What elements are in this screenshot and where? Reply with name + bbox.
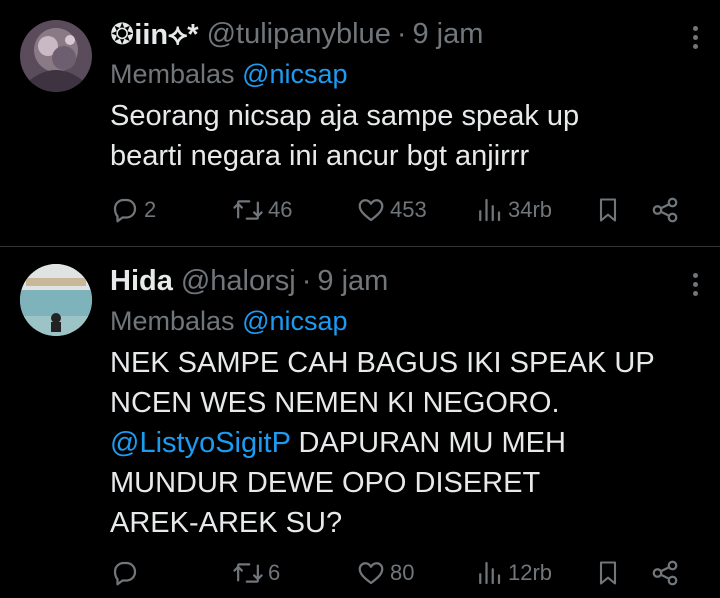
bookmark-button[interactable] bbox=[594, 195, 622, 225]
display-name[interactable]: Hida bbox=[110, 265, 173, 298]
reply-prefix: Membalas bbox=[110, 59, 235, 89]
reply-count: 2 bbox=[144, 197, 157, 222]
reply-button[interactable]: 2 bbox=[110, 195, 156, 225]
reply-context: Membalas @nicsap bbox=[110, 56, 700, 92]
like-icon bbox=[358, 562, 384, 585]
retweet-button[interactable]: 6 bbox=[232, 558, 280, 588]
tweet-text: NEK SAMPE CAH BAGUS IKI SPEAK UP NCEN WE… bbox=[110, 343, 700, 543]
share-button[interactable] bbox=[650, 195, 680, 225]
reply-icon bbox=[113, 198, 137, 223]
action-bar: 6 80 12rb bbox=[110, 553, 700, 593]
timestamp[interactable]: 9 jam bbox=[413, 18, 484, 51]
bookmark-icon bbox=[599, 561, 617, 585]
like-count: 453 bbox=[390, 197, 427, 222]
separator: · bbox=[396, 17, 407, 50]
retweet-icon bbox=[233, 200, 263, 220]
tweet-content: Hida @halorsj · 9 jam Membalas @nicsap N… bbox=[110, 261, 700, 543]
retweet-button[interactable]: 46 bbox=[232, 195, 292, 225]
tweet-header: ❂iin⟡* @tulipanyblue · 9 jam bbox=[110, 14, 700, 54]
tweet[interactable]: Hida @halorsj · 9 jam Membalas @nicsap N… bbox=[0, 247, 720, 598]
like-icon bbox=[358, 199, 384, 222]
like-button[interactable]: 453 bbox=[356, 195, 427, 225]
reply-mention[interactable]: @nicsap bbox=[242, 59, 347, 89]
tweet-header: Hida @halorsj · 9 jam bbox=[110, 261, 700, 301]
tweet-text-fragment: DAPURAN MU MEH bbox=[290, 427, 566, 459]
reply-mention[interactable]: @nicsap bbox=[242, 306, 347, 336]
timestamp[interactable]: 9 jam bbox=[317, 265, 388, 298]
tweet-text-line: AREK-AREK SU? bbox=[110, 507, 343, 539]
retweet-count: 46 bbox=[268, 197, 293, 222]
reply-context: Membalas @nicsap bbox=[110, 303, 700, 339]
bookmark-icon bbox=[599, 198, 617, 222]
views-count: 34rb bbox=[508, 197, 553, 222]
views-icon bbox=[479, 198, 501, 222]
bookmark-button[interactable] bbox=[594, 558, 622, 588]
retweet-count: 6 bbox=[268, 560, 281, 585]
more-icon[interactable] bbox=[690, 273, 700, 303]
body-mention[interactable]: @ListyoSigitP bbox=[110, 427, 290, 459]
avatar[interactable] bbox=[20, 20, 92, 92]
display-name[interactable]: ❂iin⟡* bbox=[110, 17, 199, 52]
user-handle[interactable]: @tulipanyblue bbox=[207, 18, 391, 51]
tweet-content: ❂iin⟡* @tulipanyblue · 9 jam Membalas @n… bbox=[110, 14, 700, 176]
tweet-text-line: NCEN WES NEMEN KI NEGORO. bbox=[110, 387, 560, 419]
views-button[interactable]: 34rb bbox=[474, 195, 552, 225]
retweet-icon bbox=[233, 563, 263, 583]
avatar[interactable] bbox=[20, 264, 92, 336]
tweet-text-line: NEK SAMPE CAH BAGUS IKI SPEAK UP bbox=[110, 347, 655, 379]
tweet-text-line: bearti negara ini ancur bgt anjirrr bbox=[110, 140, 530, 172]
tweet-text-line: @ListyoSigitP DAPURAN MU MEH bbox=[110, 423, 700, 463]
tweet-text-line: Seorang nicsap aja sampe speak up bbox=[110, 100, 580, 132]
reply-button[interactable] bbox=[110, 558, 144, 588]
views-button[interactable]: 12rb bbox=[474, 558, 552, 588]
share-icon bbox=[652, 197, 678, 223]
like-button[interactable]: 80 bbox=[356, 558, 414, 588]
views-count: 12rb bbox=[508, 560, 553, 585]
tweet-text: Seorang nicsap aja sampe speak up bearti… bbox=[110, 96, 700, 176]
share-icon bbox=[652, 560, 678, 586]
share-button[interactable] bbox=[650, 558, 680, 588]
reply-prefix: Membalas bbox=[110, 306, 235, 336]
action-bar: 2 46 453 34rb bbox=[110, 190, 700, 230]
tweet[interactable]: ❂iin⟡* @tulipanyblue · 9 jam Membalas @n… bbox=[0, 0, 720, 247]
user-handle[interactable]: @halorsj bbox=[181, 265, 296, 298]
tweet-text-line: MUNDUR DEWE OPO DISERET bbox=[110, 467, 541, 499]
separator: · bbox=[301, 264, 312, 297]
views-icon bbox=[479, 561, 501, 585]
like-count: 80 bbox=[390, 560, 415, 585]
reply-icon bbox=[113, 561, 137, 586]
more-icon[interactable] bbox=[690, 26, 700, 56]
